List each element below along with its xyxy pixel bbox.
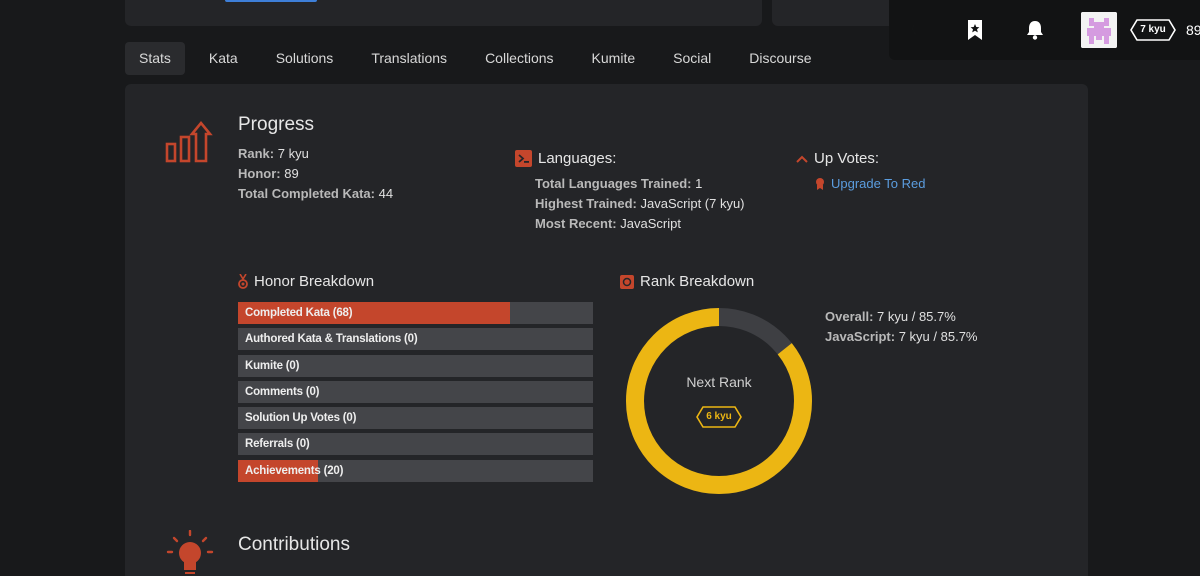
progress-title: Progress (238, 114, 315, 135)
highest-trained-row: Highest Trained: JavaScript (7 kyu) (535, 196, 745, 211)
upvotes-heading: Up Votes: (796, 150, 879, 167)
rank-icon (620, 274, 634, 289)
honor-bar: Completed Kata (68) (238, 302, 593, 324)
contributions-title: Contributions (238, 534, 350, 555)
honor-bar-label: Authored Kata & Translations (0) (245, 333, 418, 346)
honor-bar: Comments (0) (238, 380, 593, 403)
overall-rank-row: Overall: 7 kyu / 85.7% (825, 309, 956, 324)
terminal-icon (515, 150, 532, 167)
honor-bar-label: Completed Kata (68) (245, 307, 353, 319)
most-recent-row: Most Recent: JavaScript (535, 216, 681, 231)
languages-heading: Languages: (515, 150, 616, 167)
upgrade-to-red-link[interactable]: Upgrade To Red (815, 176, 925, 191)
rank-breakdown-heading: Rank Breakdown (620, 273, 754, 290)
honor-bar: Referrals (0) (238, 433, 593, 456)
rank-row: Rank: 7 kyu (238, 146, 309, 161)
honor-bar-label: Solution Up Votes (0) (245, 412, 357, 425)
rank-badge-text: 7 kyu (1140, 24, 1166, 35)
next-rank-label: Next Rank (686, 374, 752, 390)
honor-count: 89 (1186, 22, 1200, 38)
honor-bar-label: Kumite (0) (245, 359, 300, 372)
medal-icon (238, 274, 248, 289)
honor-bar-label: Achievements (20) (245, 464, 344, 477)
stats-panel: Progress Rank: 7 kyu Honor: 89 Total Com… (125, 84, 1088, 576)
chart-up-icon (165, 120, 215, 171)
next-rank-badge: 6 kyu (696, 406, 742, 428)
chevron-up-icon (796, 154, 808, 164)
honor-bar: Kumite (0) (238, 354, 593, 377)
tab-kata[interactable]: Kata (195, 42, 252, 75)
tab-discourse[interactable]: Discourse (735, 42, 825, 75)
honor-breakdown-bars: Completed Kata (68) Authored Kata & Trans… (238, 302, 593, 486)
bell-icon[interactable] (1023, 18, 1047, 42)
profile-button-edge[interactable] (225, 0, 317, 2)
completed-kata-row: Total Completed Kata: 44 (238, 186, 394, 201)
tab-kumite[interactable]: Kumite (578, 42, 650, 75)
ribbon-icon (815, 177, 825, 191)
honor-bar: Achievements (20) (238, 459, 593, 482)
profile-card (125, 0, 762, 26)
moon-icon[interactable] (907, 18, 931, 42)
tab-solutions[interactable]: Solutions (262, 42, 348, 75)
languages-trained-row: Total Languages Trained: 1 (535, 176, 703, 191)
tab-social[interactable]: Social (659, 42, 725, 75)
javascript-rank-row: JavaScript: 7 kyu / 85.7% (825, 329, 978, 344)
top-navbar: 7 kyu 89 (889, 0, 1200, 60)
honor-breakdown-heading: Honor Breakdown (238, 273, 374, 290)
rank-badge[interactable]: 7 kyu (1130, 19, 1176, 41)
tab-translations[interactable]: Translations (357, 42, 461, 75)
honor-bar-label: Referrals (0) (245, 438, 310, 451)
tab-collections[interactable]: Collections (471, 42, 567, 75)
next-rank-badge-text: 6 kyu (706, 411, 732, 422)
honor-bar: Authored Kata & Translations (0) (238, 328, 593, 351)
lightbulb-icon (165, 529, 215, 576)
honor-bar: Solution Up Votes (0) (238, 407, 593, 430)
profile-tabs: Stats Kata Solutions Translations Collection… (125, 42, 836, 75)
honor-bar-label: Comments (0) (245, 385, 320, 398)
honor-row: Honor: 89 (238, 166, 299, 181)
tab-stats[interactable]: Stats (125, 42, 185, 75)
avatar[interactable] (1081, 12, 1117, 48)
bookmark-icon[interactable] (963, 18, 987, 42)
rank-progress-donut (626, 308, 812, 494)
